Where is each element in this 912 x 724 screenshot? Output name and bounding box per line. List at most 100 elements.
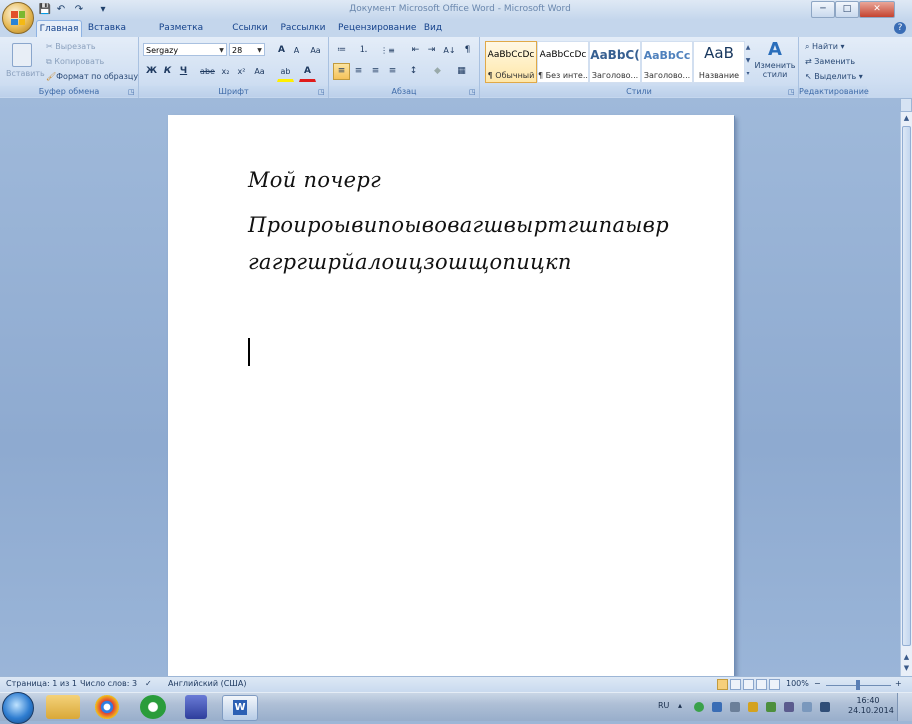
justify-button[interactable]: ≡ [384,63,401,80]
zoom-level[interactable]: 100% [786,679,809,688]
customize-qat-icon[interactable]: ▾ [96,3,110,16]
show-desktop-button[interactable] [897,693,912,721]
style-no-spacing[interactable]: AaBbCcDc ¶ Без инте... [537,41,589,83]
highlight-button[interactable]: ab [277,63,294,82]
font-size-combo[interactable]: 28 ▼ [229,43,265,56]
numbering-button[interactable]: ⒈ [355,42,372,59]
line-spacing-button[interactable]: ↕ [405,63,422,80]
style-heading-1[interactable]: AaBbC( Заголово... [589,41,641,83]
change-styles-button[interactable]: A Изменить стили [754,39,796,85]
paragraph-launcher-icon[interactable]: ◳ [469,89,476,96]
find-button[interactable]: ⌕ Найти ▾ [805,40,845,54]
monitor-tray-icon[interactable] [802,702,812,712]
cut-button[interactable]: ✂ Вырезать [46,40,96,54]
redo-icon[interactable]: ↷ [72,3,86,16]
floppy-save-icon[interactable] [185,695,207,719]
scroll-thumb[interactable] [902,126,911,646]
app3-tray-icon[interactable] [784,702,794,712]
undo-icon[interactable]: ↶ [54,3,68,16]
bullets-button[interactable]: ≔ [333,42,350,59]
start-button[interactable] [2,692,34,724]
tab-page-layout[interactable]: Разметка страницы [138,20,224,49]
maximize-button[interactable]: □ [835,1,859,18]
tab-home[interactable]: Главная [36,20,82,37]
increase-indent-button[interactable]: ⇥ [423,42,440,59]
style-heading-2[interactable]: AaBbCc Заголово... [641,41,693,83]
tab-references[interactable]: Ссылки [232,20,268,36]
styles-scroll[interactable]: ▲ ▼ ▾ [744,41,752,81]
volume-tray-icon[interactable] [820,702,830,712]
decrease-indent-button[interactable]: ⇤ [407,42,424,59]
superscript-button[interactable]: x² [233,63,250,80]
office-button[interactable] [2,2,34,34]
clear-formatting-button[interactable]: Aa [307,42,324,59]
styles-launcher-icon[interactable]: ◳ [788,89,795,96]
font-launcher-icon[interactable]: ◳ [318,89,325,96]
zoom-out-button[interactable]: − [814,679,821,688]
underline-button[interactable]: Ч [175,63,192,80]
tab-mailings[interactable]: Рассылки [280,20,326,36]
align-center-button[interactable]: ≡ [350,63,367,80]
app2-tray-icon[interactable] [766,702,776,712]
print-layout-view-button[interactable] [717,679,728,690]
next-page-icon[interactable]: ▼ [901,663,912,674]
tab-view[interactable]: Вид [420,20,446,36]
sort-button[interactable]: A↓ [441,42,458,59]
font-name-combo[interactable]: Sergazy ▼ [143,43,227,56]
flag-tray-icon[interactable] [730,702,740,712]
full-screen-view-button[interactable] [730,679,741,690]
minimize-button[interactable]: ─ [811,1,835,18]
explorer-icon[interactable] [46,695,80,719]
align-left-button[interactable]: ≡ [333,63,350,80]
align-right-button[interactable]: ≡ [367,63,384,80]
shading-button[interactable]: ◆ [429,63,446,80]
outline-view-button[interactable] [756,679,767,690]
close-button[interactable]: ✕ [859,1,895,18]
utorrent-icon[interactable] [140,695,166,719]
input-language[interactable]: RU [658,701,669,710]
format-painter-button[interactable]: 🖌Формат по образцу [46,70,138,84]
network-tray-icon[interactable] [712,702,722,712]
paste-button[interactable]: Вставить [6,41,45,85]
clock[interactable]: 16:40 24.10.2014 [848,696,894,716]
subscript-button[interactable]: x₂ [217,63,234,80]
zoom-slider-thumb[interactable] [856,680,860,690]
shrink-font-button[interactable]: A [288,42,305,59]
utorrent-tray-icon[interactable] [694,702,704,712]
draft-view-button[interactable] [769,679,780,690]
italic-button[interactable]: К [159,63,176,80]
vertical-scrollbar[interactable]: ▲ ▲ ▼ [900,112,912,676]
chevron-down-icon[interactable]: ▼ [255,44,264,55]
tab-insert[interactable]: Вставка [86,20,128,36]
replace-button[interactable]: ⇄ Заменить [805,55,855,69]
multilevel-list-button[interactable]: ⋮≡ [379,42,396,59]
chevron-down-icon[interactable]: ▼ [217,44,226,55]
help-icon[interactable]: ? [894,22,906,34]
ruler-toggle-button[interactable] [900,98,912,112]
web-layout-view-button[interactable] [743,679,754,690]
select-button[interactable]: ↖ Выделить ▾ [805,70,863,84]
clipboard-launcher-icon[interactable]: ◳ [128,89,135,96]
tab-review[interactable]: Рецензирование [338,20,416,36]
save-icon[interactable]: 💾 [38,3,52,16]
borders-button[interactable]: ▦ [453,63,470,80]
chrome-icon[interactable] [95,695,119,719]
word-taskbar-button[interactable]: W [222,695,258,721]
zoom-in-button[interactable]: + [895,679,902,688]
style-title[interactable]: AaB Название [693,41,745,83]
change-case-button[interactable]: Aa [251,63,268,80]
page-count-status[interactable]: Страница: 1 из 1 [6,679,77,688]
language-status[interactable]: Английский (США) [168,679,246,688]
show-hidden-icons[interactable]: ▴ [678,701,682,710]
style-normal[interactable]: AaBbCcDc ¶ Обычный [485,41,537,83]
word-count-status[interactable]: Число слов: 3 [80,679,137,688]
spellcheck-icon[interactable]: ✓ [145,679,152,688]
show-marks-button[interactable]: ¶ [459,42,476,59]
prev-page-icon[interactable]: ▲ [901,652,912,663]
app-tray-icon[interactable] [748,702,758,712]
strikethrough-button[interactable]: abe [199,63,216,80]
document-page[interactable] [168,115,734,676]
bold-button[interactable]: Ж [143,63,160,80]
scroll-up-icon[interactable]: ▲ [901,113,912,124]
copy-button[interactable]: ⧉ Копировать [46,55,104,69]
